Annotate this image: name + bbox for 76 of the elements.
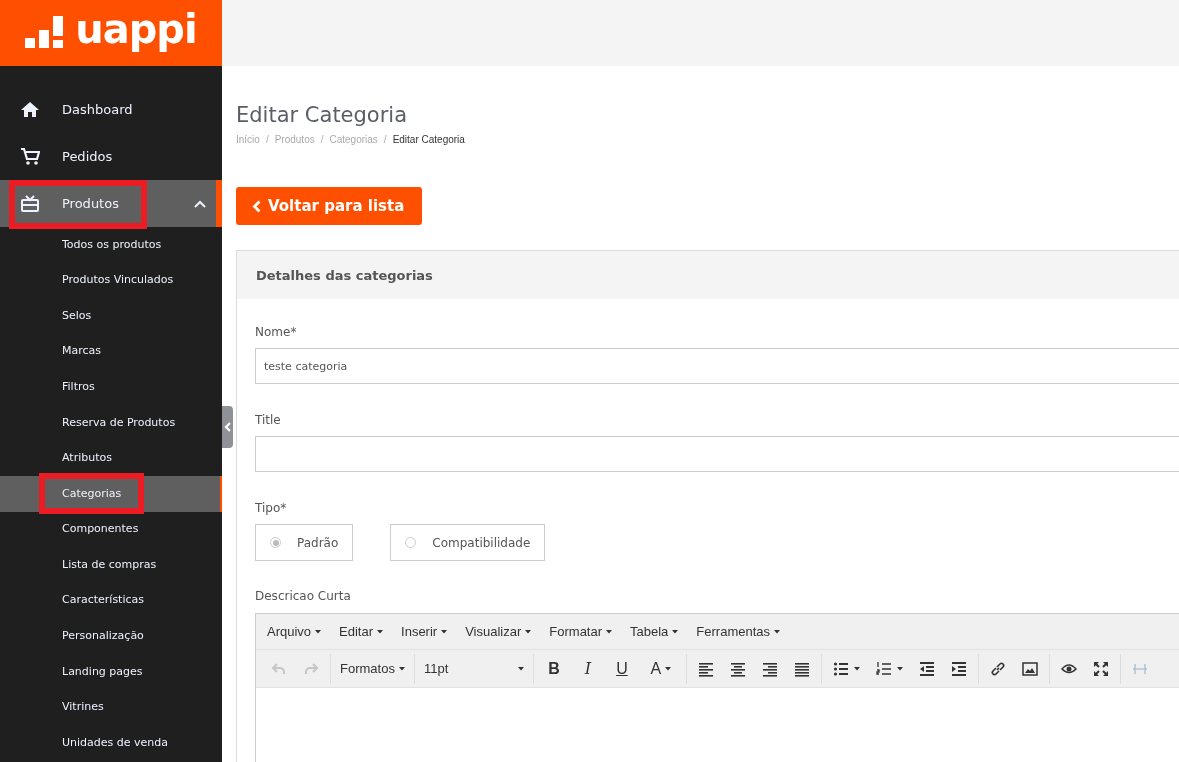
menu-item[interactable]: Tabela — [625, 617, 684, 646]
chevron-left-icon — [252, 199, 261, 213]
sidebar-item[interactable]: Produtos — [0, 180, 222, 227]
submenu-item[interactable]: Todos os produtos — [0, 227, 222, 263]
submenu-item[interactable]: Produtos Vinculados — [0, 262, 222, 299]
chevron-left-icon — [224, 422, 231, 432]
breadcrumb-current: Editar Categoria — [392, 133, 465, 148]
image-icon — [1021, 660, 1038, 677]
submenu-item[interactable]: Características — [0, 582, 222, 619]
submenu-item[interactable]: Vitrines — [0, 689, 222, 726]
bold-button[interactable]: B — [536, 654, 571, 683]
submenu-item[interactable]: Personalização — [0, 618, 222, 655]
align-left-icon — [697, 660, 714, 677]
breadcrumb-separator: / — [265, 133, 269, 148]
italic-button[interactable]: I — [570, 654, 605, 683]
bulleted-list-icon — [832, 660, 849, 677]
submenu-item[interactable]: Selos — [0, 298, 222, 334]
panel-title: Detalhes das categorias — [256, 266, 433, 285]
indent-icon — [950, 660, 967, 677]
submenu-item[interactable]: Atributos — [0, 440, 222, 477]
redo-icon — [303, 660, 319, 677]
field-label: Nome* — [255, 324, 297, 342]
submenu-item[interactable]: Componentes — [0, 511, 222, 548]
field-label: Descricao Curta — [255, 588, 351, 606]
font-size-dropdown[interactable]: 11pt — [417, 654, 530, 683]
gift-box-icon — [20, 194, 40, 213]
fullscreen-icon — [1092, 660, 1109, 677]
menu-item[interactable]: Visualizar — [460, 617, 537, 646]
menu-item[interactable]: Ferramentas — [691, 617, 786, 646]
link-icon — [989, 660, 1006, 677]
undo-icon — [271, 660, 287, 677]
caret-icon — [665, 666, 672, 671]
field-label: Title — [255, 412, 281, 430]
cart-icon — [20, 147, 40, 166]
sidebar-item[interactable]: Pedidos — [0, 133, 222, 180]
align-center-icon — [729, 660, 746, 677]
caret-icon — [672, 629, 679, 634]
text-input-field[interactable] — [255, 436, 1179, 473]
submenu-item[interactable]: Unidades de venda — [0, 725, 222, 761]
caret-icon — [315, 629, 322, 634]
radio-option[interactable]: Compatibilidade — [390, 524, 546, 562]
menu-item[interactable]: Formatar — [544, 617, 618, 646]
menu-item[interactable]: Inserir — [396, 617, 453, 646]
text-input-field[interactable]: teste categoria — [255, 348, 1179, 385]
submenu-item[interactable]: Categorias — [0, 476, 222, 512]
numbered-list-icon — [875, 660, 892, 677]
justify-icon — [793, 660, 810, 677]
caret-icon — [398, 666, 405, 671]
home-icon — [20, 100, 40, 119]
submenu-item[interactable]: Marcas — [0, 333, 222, 370]
radio-option[interactable]: Padrão — [255, 524, 354, 562]
submenu-item[interactable]: Filtros — [0, 369, 222, 405]
formats-dropdown[interactable]: Formatos — [334, 654, 411, 683]
caret-icon — [377, 629, 384, 634]
underline-button[interactable]: U — [604, 654, 639, 683]
caret-icon — [525, 629, 532, 634]
caret-icon — [517, 666, 524, 671]
breadcrumb-separator: / — [383, 133, 387, 148]
submenu-item[interactable]: Landing pages — [0, 654, 222, 690]
outdent-icon — [918, 660, 935, 677]
page-title: Editar Categoria — [236, 102, 408, 129]
sidebar-item[interactable]: Dashboard — [0, 86, 222, 133]
text-color-button[interactable]: A — [638, 654, 683, 683]
caret-icon — [774, 629, 781, 634]
menu-item[interactable]: Editar — [334, 617, 389, 646]
field-label: Tipo* — [255, 500, 287, 518]
caret-icon — [896, 666, 903, 671]
menu-item[interactable]: Arquivo — [262, 617, 327, 646]
caret-icon — [441, 629, 448, 634]
caret-icon — [606, 629, 613, 634]
caret-icon — [853, 666, 860, 671]
align-right-icon — [761, 660, 778, 677]
submenu-item[interactable]: Reserva de Produtos — [0, 404, 222, 441]
sidebar-collapse-handle[interactable] — [222, 406, 233, 448]
breadcrumb-separator: / — [320, 133, 324, 148]
submenu-item[interactable]: Lista de compras — [0, 547, 222, 583]
